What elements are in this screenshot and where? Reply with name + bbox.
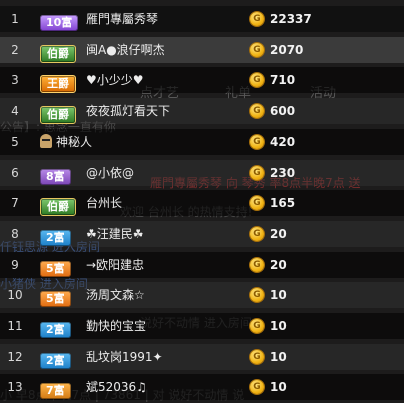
level-badge: 伯爵 [40, 44, 76, 63]
level-badge-wrap: 伯爵 [40, 102, 76, 125]
gold-coin-icon: G [250, 380, 264, 395]
leaderboard-row[interactable]: 7 伯爵 台州长 G 165 [0, 190, 404, 217]
leaderboard-row[interactable]: 6 8富 @小依@ G 230 [0, 159, 404, 186]
rank-number: 4 [11, 104, 19, 119]
gold-coin-icon: G [250, 257, 264, 272]
user-name[interactable]: 台州长 [86, 190, 122, 216]
contribution-value: 10 [270, 288, 287, 303]
rank-number: 2 [11, 42, 19, 57]
rank-number: 8 [11, 226, 19, 241]
contribution-value: 22337 [270, 12, 312, 26]
user-name-text: 神秘人 [56, 134, 93, 149]
level-badge: 10富 [40, 15, 79, 31]
level-badge-wrap: 王爵 [40, 71, 76, 94]
contribution-value: 710 [270, 73, 296, 88]
gold-coin-icon: G [250, 319, 264, 333]
leaderboard-row[interactable]: 4 伯爵 夜夜孤灯看天下 G 600 [0, 98, 404, 125]
user-name[interactable]: 斌52036♫ [86, 374, 147, 400]
gold-coin-icon: G [250, 226, 264, 241]
gold-coin-icon: G [250, 12, 264, 26]
contribution-value: 600 [270, 104, 296, 119]
leaderboard-row[interactable]: 1 10富 雁門專屬秀琴 G 22337 [0, 6, 404, 32]
level-badge-wrap: 8富 [40, 164, 71, 185]
leaderboard-row[interactable]: 13 7富 斌52036♫ G 10 [0, 374, 404, 401]
contribution-value: 10 [270, 319, 287, 333]
level-badge-wrap: 5富 [40, 256, 71, 277]
level-badge: 伯爵 [40, 106, 76, 125]
leaderboard-row[interactable]: 8 2富 ☘汪建民☘ G 20 [0, 220, 404, 247]
user-name[interactable]: @小依@ [86, 160, 134, 186]
user-name[interactable]: 闽A●浪仔啊杰 [86, 37, 165, 63]
level-badge: 7富 [40, 383, 71, 400]
gold-coin-icon: G [250, 42, 264, 57]
rank-number: 9 [11, 257, 19, 272]
level-badge-wrap: 伯爵 [40, 194, 76, 217]
gold-coin-icon: G [250, 288, 264, 303]
level-badge-wrap: 2富 [40, 317, 71, 338]
user-name[interactable]: 汤周文森☆ [86, 282, 145, 308]
gold-coin-icon: G [250, 349, 264, 364]
leaderboard-row[interactable]: 5 神秘人 G 420 [0, 128, 404, 155]
level-badge: 2富 [40, 352, 71, 369]
rank-number: 6 [11, 165, 19, 180]
leaderboard-row[interactable]: 9 5富 →欧阳建忠 G 20 [0, 251, 404, 278]
level-badge: 2富 [40, 229, 71, 246]
mystery-person-icon [40, 133, 52, 148]
user-name[interactable]: 勤快的宝宝 [86, 313, 146, 339]
level-badge: 2富 [40, 322, 71, 338]
user-name[interactable]: 雁門專屬秀琴 [86, 6, 158, 32]
contribution-value: 10 [270, 380, 287, 395]
level-badge-wrap: 10富 [40, 10, 79, 31]
contribution-value: 230 [270, 165, 296, 180]
rank-number: 13 [7, 380, 23, 395]
gold-coin-icon: G [250, 165, 264, 180]
rank-number: 1 [11, 12, 19, 26]
leaderboard-row[interactable]: 11 2富 勤快的宝宝 G 10 [0, 313, 404, 339]
contribution-value: 20 [270, 257, 287, 272]
level-badge-wrap: 2富 [40, 225, 71, 246]
rank-number: 7 [11, 196, 19, 211]
level-badge: 5富 [40, 291, 71, 308]
rank-number: 5 [11, 134, 19, 149]
user-name[interactable]: 神秘人 [40, 129, 92, 155]
leaderboard-row[interactable]: 10 5富 汤周文森☆ G 10 [0, 282, 404, 309]
level-badge-wrap: 5富 [40, 286, 71, 308]
gold-coin-icon: G [250, 196, 264, 211]
user-name[interactable]: →欧阳建忠 [86, 252, 144, 278]
user-name[interactable]: 乱坟岗1991✦ [86, 344, 163, 370]
rank-number: 3 [11, 73, 19, 88]
contribution-value: 420 [270, 134, 296, 149]
contribution-value: 10 [270, 349, 287, 364]
level-badge: 5富 [40, 260, 71, 277]
rank-number: 12 [7, 349, 23, 364]
level-badge: 王爵 [40, 75, 76, 94]
level-badge-wrap: 7富 [40, 378, 71, 400]
user-name[interactable]: 夜夜孤灯看天下 [86, 98, 170, 124]
leaderboard-row[interactable]: 2 伯爵 闽A●浪仔啊杰 G 2070 [0, 36, 404, 63]
contribution-value: 165 [270, 196, 296, 211]
gold-coin-icon: G [250, 73, 264, 88]
leaderboard-row[interactable]: 3 王爵 ♥小少少♥ G 710 [0, 67, 404, 94]
gold-coin-icon: G [250, 104, 264, 119]
level-badge: 伯爵 [40, 198, 76, 217]
user-name[interactable]: ♥小少少♥ [86, 67, 144, 93]
rank-number: 11 [7, 319, 23, 333]
level-badge-wrap: 伯爵 [40, 41, 76, 63]
level-badge-wrap: 2富 [40, 348, 71, 369]
user-name[interactable]: ☘汪建民☘ [86, 221, 144, 247]
contribution-value: 2070 [270, 42, 304, 57]
leaderboard-row[interactable]: 12 2富 乱坟岗1991✦ G 10 [0, 343, 404, 370]
gold-coin-icon: G [250, 134, 264, 149]
contribution-value: 20 [270, 226, 287, 241]
contribution-leaderboard-panel: 点才艺 礼单 活动 公告】: 思念一直有你 雁門專屬秀琴 向 琴秀 率8点半晚7… [0, 0, 404, 403]
level-badge: 8富 [40, 168, 71, 185]
rank-number: 10 [7, 288, 23, 303]
